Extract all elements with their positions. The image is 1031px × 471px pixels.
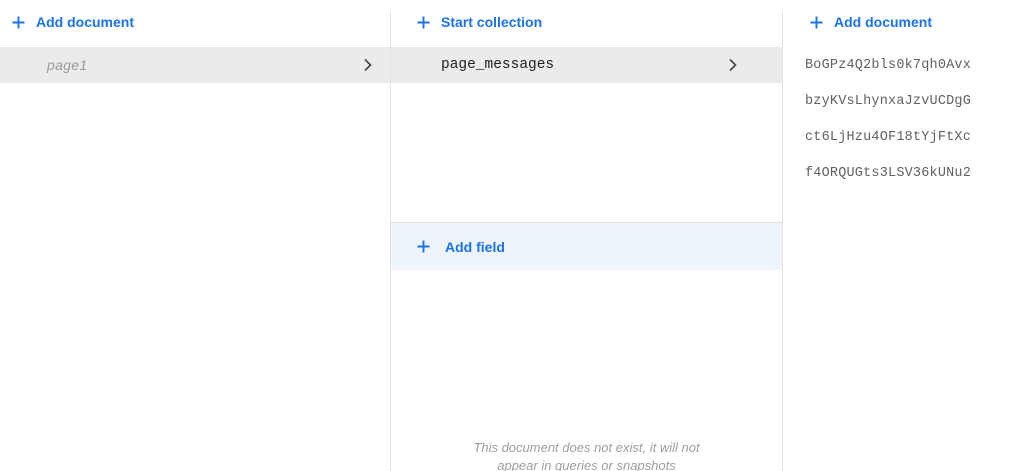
document-list: BoGPz4Q2bls0k7qh0Avx bzyKVsLhynxaJzvUCDg… bbox=[783, 47, 1031, 191]
add-document-button[interactable]: Add document bbox=[12, 10, 134, 34]
chevron-right-icon bbox=[364, 58, 372, 72]
chevron-right-icon bbox=[729, 58, 737, 72]
start-collection-label: Start collection bbox=[441, 14, 543, 30]
notice-line: This document does not exist, it will no… bbox=[473, 440, 700, 455]
collection-row-selected[interactable]: page_messages bbox=[391, 47, 782, 83]
document-list-item[interactable]: BoGPz4Q2bls0k7qh0Avx bbox=[783, 47, 1031, 83]
document-detail-column: Start collection page_messages Add field… bbox=[391, 0, 782, 471]
collection-name: page_messages bbox=[441, 57, 555, 73]
documents-column: Add document page1 bbox=[0, 0, 390, 471]
plus-icon bbox=[417, 240, 430, 253]
add-document-label: Add document bbox=[36, 14, 134, 30]
add-field-button[interactable]: Add field bbox=[391, 222, 782, 270]
add-document-button[interactable]: Add document bbox=[810, 10, 932, 34]
plus-icon bbox=[417, 16, 430, 29]
start-collection-button[interactable]: Start collection bbox=[417, 10, 542, 34]
document-list-item[interactable]: bzyKVsLhynxaJzvUCDgG bbox=[783, 83, 1031, 119]
add-field-label: Add field bbox=[445, 238, 505, 255]
document-id: page1 bbox=[47, 57, 88, 73]
missing-document-notice: This document does not exist, it will no… bbox=[391, 439, 782, 471]
document-list-item[interactable]: ct6LjHzu4OF18tYjFtXc bbox=[783, 119, 1031, 155]
notice-line: appear in queries or snapshots bbox=[497, 458, 676, 471]
document-list-item[interactable]: f4ORQUGts3LSV36kUNu2 bbox=[783, 155, 1031, 191]
document-row-selected[interactable]: page1 bbox=[0, 47, 390, 83]
add-document-label: Add document bbox=[834, 14, 932, 30]
plus-icon bbox=[12, 16, 25, 29]
plus-icon bbox=[810, 16, 823, 29]
subcollection-documents-column: Add document BoGPz4Q2bls0k7qh0Avx bzyKVs… bbox=[783, 0, 1031, 471]
firestore-data-panel: Add document page1 Start collection page… bbox=[0, 0, 1031, 471]
